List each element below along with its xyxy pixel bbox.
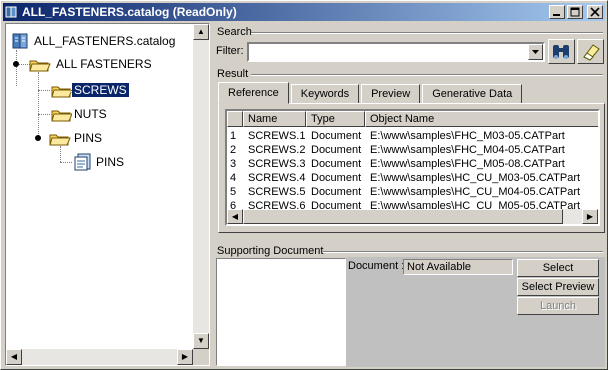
launch-button[interactable]: Launch (517, 297, 599, 315)
scroll-left-button[interactable]: ◀ (6, 349, 22, 365)
column-header-name[interactable]: Name (243, 111, 306, 127)
close-icon (590, 7, 600, 17)
title-bar[interactable]: ALL_FASTENERS.catalog (ReadOnly) (3, 3, 605, 21)
catalog-browser-window: ALL_FASTENERS.catalog (ReadOnly) ALL_FAS… (0, 0, 608, 370)
tree-node-nuts[interactable]: NUTS (50, 105, 109, 123)
results-horizontal-scrollbar[interactable]: ◀ ▶ (227, 209, 598, 224)
scroll-left-button[interactable]: ◀ (227, 209, 243, 224)
search-section-label: Search (217, 26, 252, 38)
tree-label: PINS (96, 155, 125, 169)
reference-tab-panel: Name Type Object Name 1 SCREWS.1 Documen… (218, 103, 605, 233)
column-header-index[interactable] (227, 111, 243, 127)
table-row[interactable]: 4 SCREWS.4 Document E:\www\samples\HC_CU… (227, 171, 595, 185)
result-section-label: Result (217, 68, 249, 80)
scroll-right-button[interactable]: ▶ (582, 209, 598, 224)
tree-label: ALL_FASTENERS.catalog (34, 34, 176, 48)
filter-combobox[interactable] (247, 42, 545, 62)
tab-generative-data[interactable]: Generative Data (422, 84, 523, 104)
description-icon (74, 153, 91, 171)
tree-label: SCREWS (71, 82, 130, 98)
filter-label: Filter: (216, 45, 244, 57)
scroll-right-button[interactable]: ▶ (177, 349, 193, 365)
select-preview-button[interactable]: Select Preview (517, 278, 599, 296)
table-row[interactable]: 5 SCREWS.5 Document E:\www\samples\HC_CU… (227, 185, 595, 199)
catalog-icon (5, 6, 17, 18)
maximize-button[interactable] (567, 5, 583, 19)
tab-preview[interactable]: Preview (361, 84, 421, 104)
tree-label: NUTS (74, 107, 107, 121)
folder-open-icon (51, 86, 72, 98)
window-title: ALL_FASTENERS.catalog (ReadOnly) (22, 5, 237, 19)
supporting-section-label: Supporting Document (217, 245, 324, 257)
tree-label: ALL FASTENERS (56, 57, 152, 71)
tab-reference[interactable]: Reference (218, 82, 289, 104)
document-label: Document : (348, 260, 405, 272)
search-divider (251, 32, 603, 34)
scroll-thumb[interactable] (243, 209, 563, 224)
maximize-icon (570, 7, 580, 17)
supporting-divider (323, 251, 603, 253)
tree-node-pins[interactable]: PINS (32, 129, 104, 147)
result-tabs: Reference Keywords Preview Generative Da… (218, 82, 524, 104)
table-row[interactable]: 2 SCREWS.2 Document E:\www\samples\FHC_M… (227, 143, 595, 157)
table-row[interactable]: 3 SCREWS.3 Document E:\www\samples\FHC_M… (227, 157, 595, 171)
select-button[interactable]: Select (517, 259, 599, 277)
search-button[interactable] (548, 39, 575, 64)
minimize-icon (553, 14, 560, 16)
tree-label: PINS (74, 131, 103, 145)
catalog-tree[interactable]: ALL_FASTENERS.catalog ALL FASTENERS SCRE… (5, 23, 210, 366)
scroll-up-button[interactable]: ▲ (193, 24, 209, 40)
supporting-preview-area (216, 258, 346, 366)
folder-open-icon (51, 110, 72, 122)
panel-splitter[interactable] (210, 23, 214, 366)
filter-dropdown-button[interactable] (528, 44, 543, 60)
column-header-object-name[interactable]: Object Name (365, 111, 598, 127)
eraser-icon (583, 44, 600, 61)
table-row[interactable]: 1 SCREWS.1 Document E:\www\samples\FHC_M… (227, 129, 595, 143)
tree-horizontal-scrollbar[interactable]: ◀ ▶ (6, 349, 193, 365)
document-value: Not Available (403, 259, 513, 275)
results-header: Name Type Object Name (227, 111, 598, 127)
tree-node-chapter[interactable]: ALL FASTENERS (10, 55, 154, 73)
scroll-corner (193, 349, 209, 365)
column-header-type[interactable]: Type (306, 111, 365, 127)
chevron-down-icon (532, 50, 539, 54)
tab-keywords[interactable]: Keywords (290, 84, 360, 104)
clear-filter-button[interactable] (577, 39, 604, 64)
close-button[interactable] (587, 5, 603, 19)
horizontal-splitter[interactable] (214, 235, 605, 241)
results-list[interactable]: Name Type Object Name 1 SCREWS.1 Documen… (225, 109, 600, 226)
binoculars-icon (553, 45, 569, 59)
tree-node-root[interactable]: ALL_FASTENERS.catalog (10, 32, 177, 50)
catalog-icon (12, 33, 28, 49)
tree-node-screws[interactable]: SCREWS (50, 81, 130, 99)
result-divider (251, 74, 603, 76)
folder-open-icon (35, 134, 71, 146)
minimize-button[interactable] (549, 5, 565, 19)
tree-vertical-scrollbar[interactable]: ▲ ▼ (193, 24, 209, 349)
tree-node-pins-description[interactable]: PINS (72, 153, 126, 171)
scroll-down-button[interactable]: ▼ (193, 333, 209, 349)
folder-open-icon (13, 60, 51, 72)
